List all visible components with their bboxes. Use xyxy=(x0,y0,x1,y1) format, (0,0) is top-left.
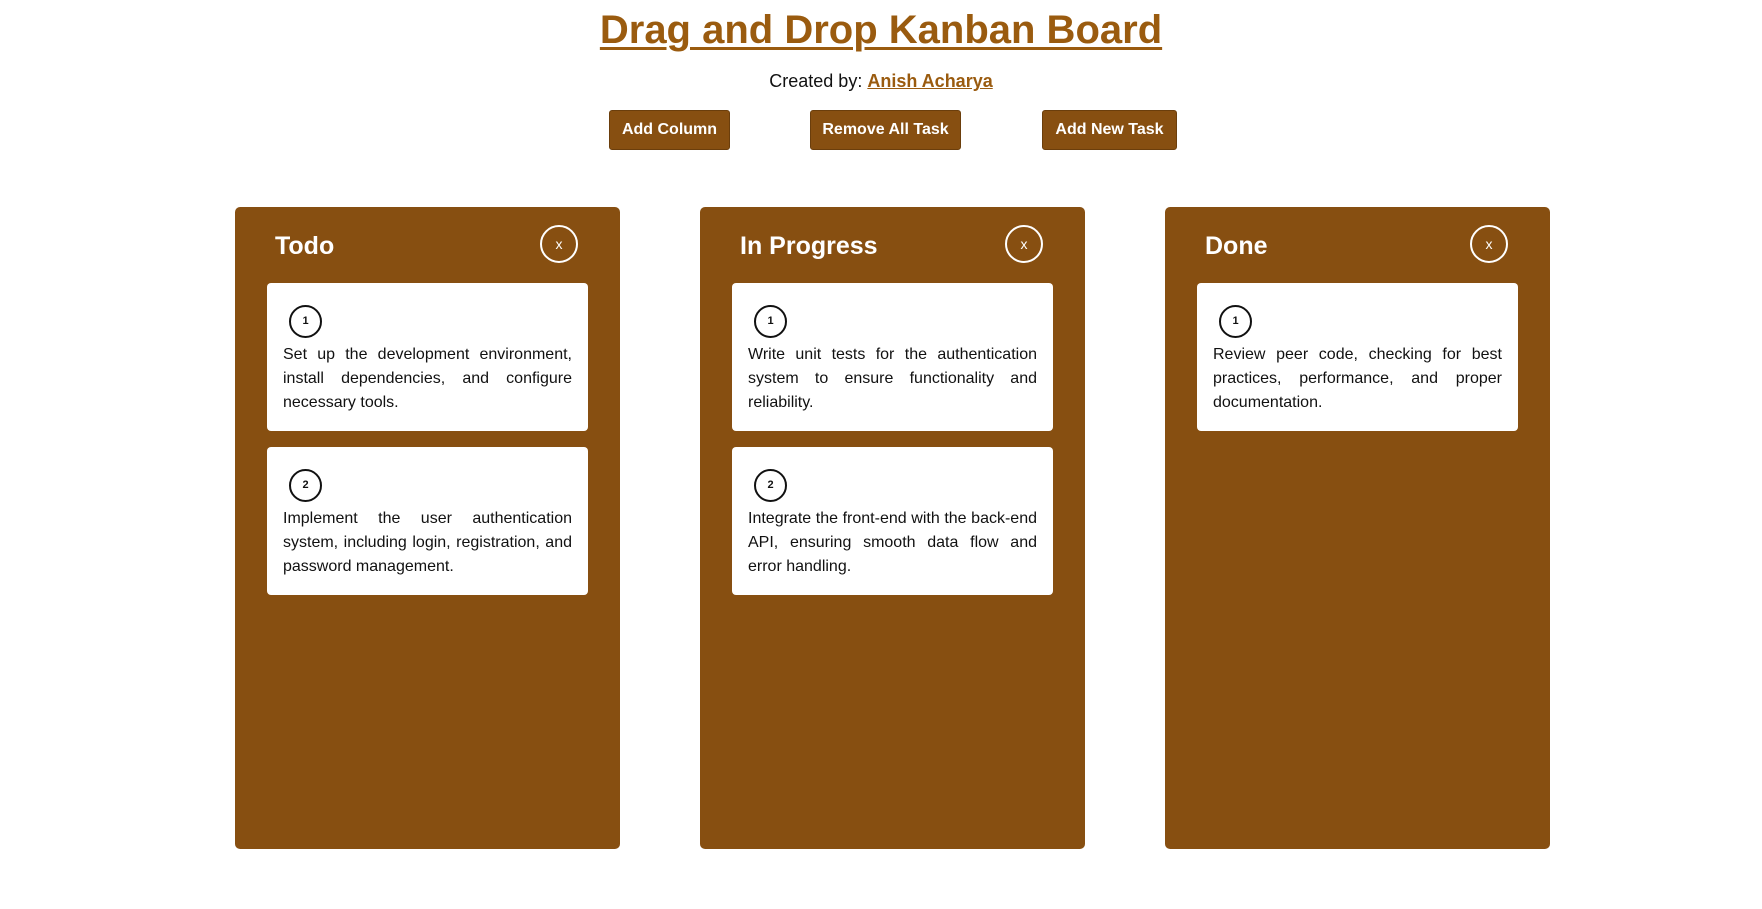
task-card[interactable]: 1 Set up the development environment, in… xyxy=(267,283,588,431)
kanban-page: Drag and Drop Kanban Board Created by: A… xyxy=(0,0,1762,909)
task-text: Write unit tests for the authentication … xyxy=(748,346,1037,411)
task-text: Set up the development environment, inst… xyxy=(283,346,572,411)
task-text: Review peer code, checking for best prac… xyxy=(1213,346,1502,411)
column-in-progress[interactable]: In Progress x 1 Write unit tests for the… xyxy=(700,207,1085,849)
task-number-badge: 1 xyxy=(289,305,322,338)
task-text: Implement the user authentication system… xyxy=(283,510,572,575)
column-title: Todo xyxy=(275,232,335,260)
task-number-badge: 1 xyxy=(754,305,787,338)
remove-column-button[interactable]: x xyxy=(1470,225,1508,263)
author-link[interactable]: Anish Acharya xyxy=(867,71,992,91)
remove-column-button[interactable]: x xyxy=(1005,225,1043,263)
credit-line: Created by: Anish Acharya xyxy=(0,70,1762,92)
page-title-link[interactable]: Drag and Drop Kanban Board xyxy=(600,8,1162,52)
task-card[interactable]: 1 Review peer code, checking for best pr… xyxy=(1197,283,1518,431)
page-title: Drag and Drop Kanban Board xyxy=(0,6,1762,54)
task-card[interactable]: 2 Implement the user authentication syst… xyxy=(267,447,588,595)
task-number-badge: 2 xyxy=(289,469,322,502)
column-title: In Progress xyxy=(740,232,878,260)
credit-prefix: Created by: xyxy=(769,71,863,91)
task-number-badge: 1 xyxy=(1219,305,1252,338)
task-card[interactable]: 2 Integrate the front-end with the back-… xyxy=(732,447,1053,595)
add-new-task-button[interactable]: Add New Task xyxy=(1042,110,1177,150)
remove-column-button[interactable]: x xyxy=(540,225,578,263)
column-title: Done xyxy=(1205,232,1268,260)
column-todo[interactable]: Todo x 1 Set up the development environm… xyxy=(235,207,620,849)
task-number-badge: 2 xyxy=(754,469,787,502)
task-card[interactable]: 1 Write unit tests for the authenticatio… xyxy=(732,283,1053,431)
remove-all-task-button[interactable]: Remove All Task xyxy=(810,110,961,150)
column-done[interactable]: Done x 1 Review peer code, checking for … xyxy=(1165,207,1550,849)
add-column-button[interactable]: Add Column xyxy=(609,110,730,150)
task-text: Integrate the front-end with the back-en… xyxy=(748,510,1037,575)
